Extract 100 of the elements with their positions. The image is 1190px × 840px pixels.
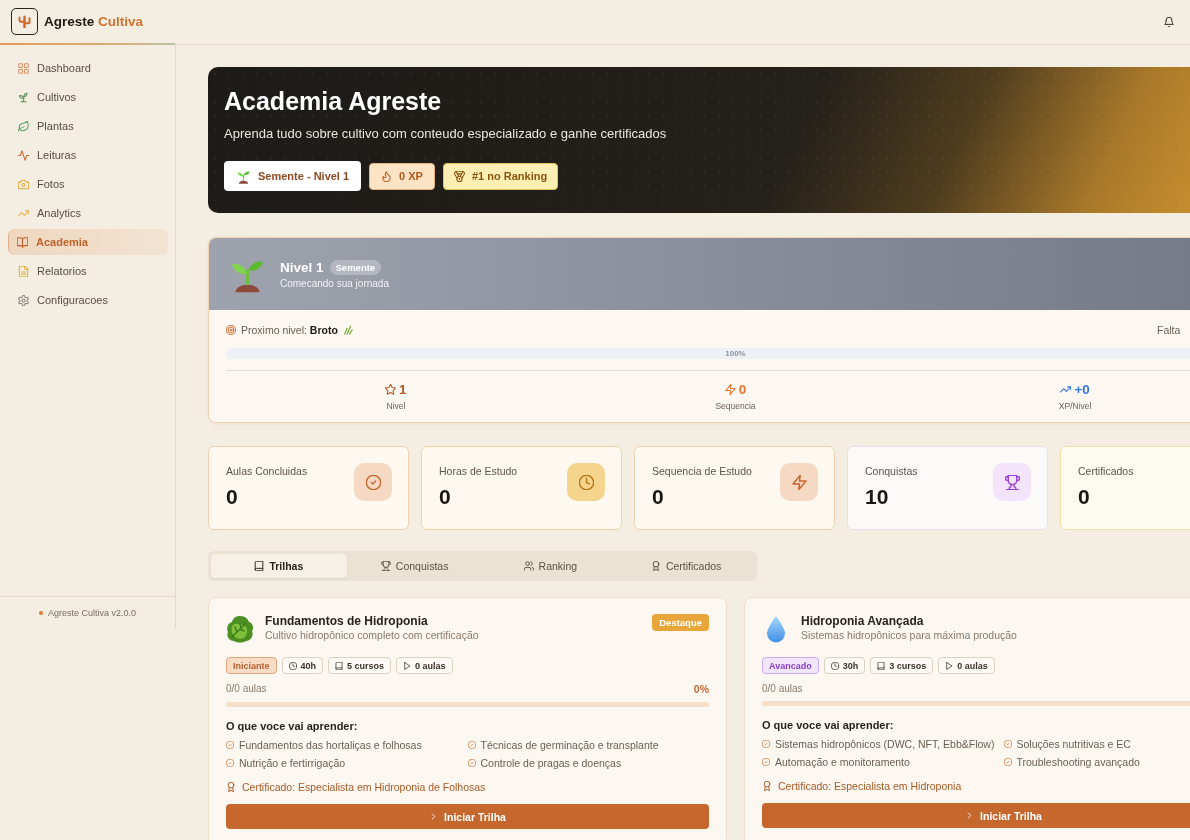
clock-icon xyxy=(830,661,839,670)
stat-label: Sequencia xyxy=(715,401,756,411)
pulse-icon xyxy=(18,149,29,161)
stat-label: XP/Nivel xyxy=(1058,401,1092,411)
tier-tag: Semente xyxy=(329,259,382,275)
topic-text: Soluções nutritivas e EC xyxy=(1016,738,1131,750)
tab[interactable]: Conquistas xyxy=(346,554,483,578)
herb-icon xyxy=(342,325,353,335)
stat-label: Conquistas xyxy=(865,465,918,477)
difficulty-tag: Iniciante xyxy=(226,657,277,674)
check-circle-icon xyxy=(226,759,234,767)
sidebar-item[interactable]: Configuracoes xyxy=(8,287,168,313)
topic-text: Troubleshooting avançado xyxy=(1016,756,1140,768)
stat-label: Certificados xyxy=(1078,465,1134,477)
learn-heading: O que voce vai aprender: xyxy=(762,719,895,731)
sidebar-item[interactable]: Dashboard xyxy=(8,55,168,81)
sidebar-item[interactable]: Relatorios xyxy=(8,258,168,284)
featured-tag: Destaque xyxy=(652,614,709,631)
tab[interactable]: Trilhas xyxy=(211,554,347,578)
level-title: Nivel 1 xyxy=(280,259,324,275)
stat-value: 0 xyxy=(738,382,747,397)
stat-value: 0 xyxy=(652,485,665,509)
bell-icon[interactable] xyxy=(1164,17,1174,27)
book-icon xyxy=(254,561,265,571)
stat-label: Nivel xyxy=(386,401,406,411)
grid-icon xyxy=(18,62,29,74)
stat-value: +0 xyxy=(1074,382,1090,397)
award-icon xyxy=(226,782,236,792)
tab[interactable]: Certificados xyxy=(618,554,754,578)
sidebar-item[interactable]: Fotos xyxy=(8,171,168,197)
cactus-icon[interactable] xyxy=(11,8,38,35)
bolt-icon xyxy=(724,384,736,395)
stat-value: 1 xyxy=(399,382,407,397)
hero-title: Academia Agreste xyxy=(224,86,443,116)
tab[interactable]: Ranking xyxy=(482,554,619,578)
next-level-text: Proximo nivel: Broto xyxy=(241,324,338,336)
star-icon xyxy=(385,384,397,395)
camera-icon xyxy=(18,178,29,190)
check-circle-icon xyxy=(226,741,234,749)
meta-text: 0 aulas xyxy=(957,660,988,671)
meta-text: 3 cursos xyxy=(889,660,927,671)
sidebar-item[interactable]: Cultivos xyxy=(8,84,168,110)
play-icon xyxy=(945,661,954,670)
play-icon xyxy=(403,661,412,670)
xp-label: 0 XP xyxy=(399,170,423,182)
stat-value: 0 xyxy=(1078,485,1091,509)
sidebar-item[interactable]: Leituras xyxy=(8,142,168,168)
stat-value: 10 xyxy=(865,485,890,509)
stat-label: Aulas Concluidas xyxy=(226,465,308,477)
book-icon xyxy=(17,236,28,248)
flame-icon xyxy=(381,170,393,182)
check-circle-icon xyxy=(467,741,476,749)
stat-value: 0 xyxy=(226,485,239,509)
level-label: Semente - Nivel 1 xyxy=(258,170,350,182)
award-icon xyxy=(650,561,661,571)
medal-icon xyxy=(453,170,465,182)
brand-name: Agreste Cultiva xyxy=(44,14,144,29)
trend-icon xyxy=(1060,384,1072,395)
clock-icon xyxy=(288,661,297,670)
sidebar-item[interactable]: Analytics xyxy=(8,200,168,226)
learn-heading: O que voce vai aprender: xyxy=(226,720,359,732)
lesson-count: 0/0 aulas xyxy=(226,683,267,695)
check-circle-icon xyxy=(762,758,770,766)
track-title: Hidroponia Avançada xyxy=(801,614,925,629)
users-icon xyxy=(523,561,534,571)
leaf-icon xyxy=(18,120,29,132)
droplet-icon xyxy=(766,615,786,643)
track-subtitle: Sistemas hidropônicos para máxima produção xyxy=(801,629,1017,642)
certificate-text: Certificado: Especialista em Hidroponia de Folhosas xyxy=(242,781,486,793)
track-title: Fundamentos de Hidroponia xyxy=(265,614,429,629)
check-circle-icon xyxy=(762,740,770,748)
certificate-text: Certificado: Especialista em Hidroponia xyxy=(778,780,962,792)
topic-text: Sistemas hidropônicos (DWC, NFT, Ebb&Flow) xyxy=(775,738,995,750)
track-subtitle: Cultivo hidropônico completo com certificação xyxy=(265,629,479,642)
award-icon xyxy=(762,781,772,791)
target-icon xyxy=(226,325,236,335)
trophy-icon xyxy=(380,561,391,571)
sidebar-item[interactable]: Plantas xyxy=(8,113,168,139)
trend-icon xyxy=(18,207,29,219)
topic-text: Controle de pragas e doenças xyxy=(480,757,622,769)
lettuce-icon xyxy=(226,615,254,643)
topic-text: Fundamentos das hortaliças e folhosas xyxy=(239,739,422,751)
progress-percent: 0% xyxy=(693,683,709,695)
document-icon xyxy=(18,265,29,277)
meta-text: 30h xyxy=(842,660,859,671)
topic-text: Nutrição e fertirrigação xyxy=(239,757,346,769)
sprout-icon xyxy=(18,91,29,103)
level-caption: Comecando sua jornada xyxy=(280,277,389,289)
meta-text: 0 aulas xyxy=(415,660,446,671)
start-button[interactable]: Iniciar Trilha xyxy=(762,803,1190,828)
version-text: Agreste Cultiva v2.0.0 xyxy=(47,607,136,618)
stat-label: Sequencia de Estudo xyxy=(652,465,752,477)
stat-label: Horas de Estudo xyxy=(439,465,518,477)
difficulty-tag: Avancado xyxy=(762,657,819,674)
start-button[interactable]: Iniciar Trilha xyxy=(226,804,709,829)
ranking-label: #1 no Ranking xyxy=(471,170,548,182)
hero-subtitle: Aprenda tudo sobre cultivo com conteudo especializado e ganhe certificados xyxy=(224,125,668,143)
book-icon xyxy=(877,661,886,670)
dot-icon xyxy=(38,610,43,615)
check-circle-icon xyxy=(1003,758,1012,766)
